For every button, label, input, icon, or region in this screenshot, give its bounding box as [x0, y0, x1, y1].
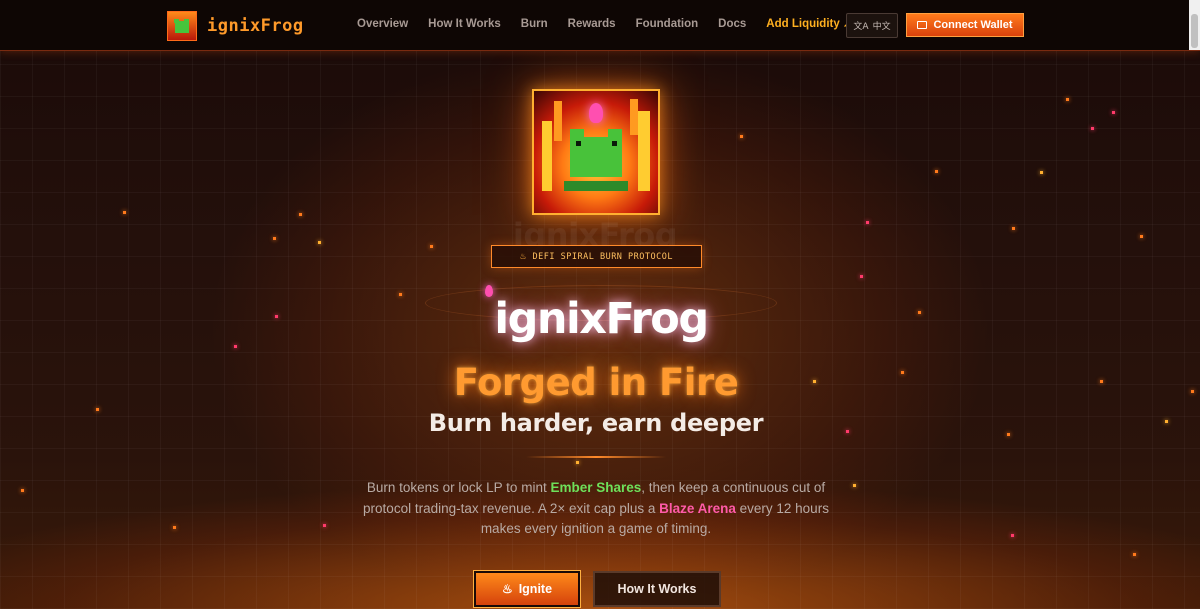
ember-particle — [96, 408, 99, 411]
ember-particle — [1011, 534, 1014, 537]
ember-particle — [935, 170, 938, 173]
language-label: 中文 — [872, 22, 891, 32]
ember-particle — [918, 311, 921, 314]
nav-link-overview[interactable]: Overview — [357, 18, 408, 30]
ember-particle — [846, 430, 849, 433]
divider — [526, 456, 666, 458]
language-toggle-button[interactable]: 文A 中文 — [846, 13, 898, 38]
nav-link-rewards[interactable]: Rewards — [568, 18, 616, 30]
nav-link-add-liquidity[interactable]: Add Liquidity ↗ — [766, 18, 851, 30]
ember-particle — [1165, 420, 1168, 423]
connect-wallet-label: Connect Wallet — [933, 19, 1013, 31]
ember-particle — [273, 237, 276, 240]
frog-logo-icon — [167, 11, 197, 41]
ember-particle — [299, 213, 302, 216]
wallet-icon — [917, 21, 928, 29]
ember-particle — [1066, 98, 1069, 101]
protocol-badge: ♨ DEFI SPIRAL BURN PROTOCOL — [491, 245, 702, 268]
ember-particle — [21, 489, 24, 492]
translate-icon: 文A — [853, 22, 869, 32]
blaze-arena-highlight: Blaze Arena — [659, 500, 736, 516]
connect-wallet-button[interactable]: Connect Wallet — [906, 13, 1024, 37]
ember-particle — [1007, 433, 1010, 436]
ember-particle — [860, 275, 863, 278]
nav-link-docs[interactable]: Docs — [718, 18, 746, 30]
ignite-label: Ignite — [518, 582, 553, 596]
hero-description: Burn tokens or lock LP to mint Ember Sha… — [356, 478, 836, 540]
ember-particle — [853, 484, 856, 487]
add-liquidity-label: Add Liquidity — [766, 18, 840, 30]
ember-particle — [1140, 235, 1143, 238]
top-navbar: ignixFrog Overview How It Works Burn Rew… — [0, 0, 1200, 51]
ember-particle — [173, 526, 176, 529]
nav-link-foundation[interactable]: Foundation — [636, 18, 699, 30]
ember-particle — [430, 245, 433, 248]
ember-particle — [901, 371, 904, 374]
ember-particle — [1091, 127, 1094, 130]
desc-part-1: Burn tokens or lock LP to mint — [366, 480, 551, 495]
ember-particle — [275, 315, 278, 318]
flame-icon: ♨ — [520, 251, 527, 262]
ignite-button[interactable]: ♨ Ignite — [473, 570, 581, 608]
flame-icon: ♨ — [501, 582, 513, 596]
ember-particle — [234, 345, 237, 348]
ember-particle — [318, 241, 321, 244]
ember-particle — [1191, 390, 1194, 393]
how-it-works-label: How It Works — [617, 582, 697, 596]
scrollbar[interactable] — [1189, 0, 1200, 50]
hero-frog-artwork — [532, 89, 660, 215]
hero-subtitle: Burn harder, earn deeper — [428, 409, 764, 437]
how-it-works-button[interactable]: How It Works — [593, 571, 721, 607]
hero-title: ignixFrog — [494, 294, 709, 344]
ember-particle — [1133, 553, 1136, 556]
ember-particle — [866, 221, 869, 224]
badge-label: DEFI SPIRAL BURN PROTOCOL — [532, 251, 673, 262]
ember-shares-highlight: Ember Shares — [550, 480, 642, 495]
ember-particle — [1040, 171, 1043, 174]
nav-link-burn[interactable]: Burn — [521, 18, 548, 30]
ember-particle — [1112, 111, 1115, 114]
ember-particle — [576, 461, 579, 464]
ember-particle — [1012, 227, 1015, 230]
ember-particle — [123, 211, 126, 214]
nav-links: Overview How It Works Burn Rewards Found… — [357, 18, 871, 30]
hero-tagline: Forged in Fire — [453, 361, 739, 404]
ember-particle — [399, 293, 402, 296]
brand-logo[interactable]: ignixFrog — [167, 11, 304, 41]
ember-particle — [740, 135, 743, 138]
ember-particle — [323, 524, 326, 527]
ember-particle — [813, 380, 816, 383]
brand-name: ignixFrog — [207, 16, 304, 36]
ember-particle — [1100, 380, 1103, 383]
nav-link-how-it-works[interactable]: How It Works — [428, 18, 501, 30]
